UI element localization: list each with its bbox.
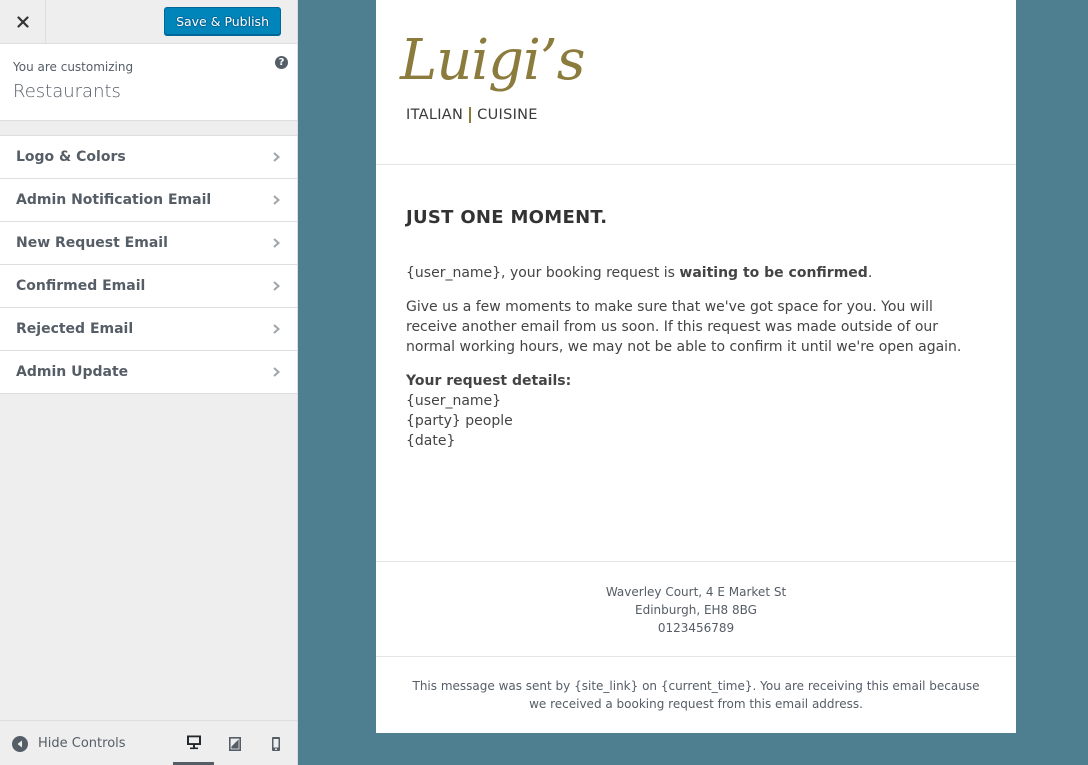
chevron-right-icon [273, 238, 281, 248]
email-address-block: Waverley Court, 4 E Market St Edinburgh,… [376, 562, 1016, 657]
logo-subtitle-right: CUISINE [477, 107, 538, 123]
chevron-right-icon [273, 195, 281, 205]
detail-date: {date} [406, 433, 456, 449]
logo-divider [469, 107, 472, 123]
status-emphasis: waiting to be confirmed [679, 265, 868, 281]
customizer-sidebar: Save & Publish You are customizing Resta… [0, 0, 298, 765]
tablet-icon [228, 736, 241, 751]
chevron-right-icon [273, 281, 281, 291]
customize-info: You are customizing Restaurants ? [0, 44, 297, 121]
email-disclaimer: This message was sent by {site_link} on … [412, 679, 980, 711]
customizer-header: Save & Publish [0, 0, 297, 44]
section-label: Admin Notification Email [16, 192, 212, 208]
mobile-icon [271, 736, 280, 751]
section-admin-notification-email[interactable]: Admin Notification Email [0, 179, 297, 222]
phone-number: 0123456789 [657, 621, 735, 635]
chevron-right-icon [273, 152, 281, 162]
email-title: JUST ONE MOMENT. [406, 207, 608, 228]
section-confirmed-email[interactable]: Confirmed Email [0, 265, 297, 308]
logo-subtitle: ITALIAN CUISINE [406, 107, 538, 123]
logo-script-text: Luigi’s [400, 28, 585, 93]
close-customizer-button[interactable] [0, 0, 46, 43]
address-line-1: Waverley Court, 4 E Market St [605, 585, 787, 599]
status-period: . [867, 265, 873, 281]
hide-controls-button[interactable]: Hide Controls [12, 721, 126, 765]
preview-tablet-button[interactable] [214, 721, 255, 765]
email-message-paragraph: Give us a few moments to make sure that … [406, 299, 962, 355]
question-icon[interactable]: ? [275, 56, 288, 69]
email-body: JUST ONE MOMENT. {user_name}, your booki… [376, 165, 1016, 562]
close-icon [16, 15, 29, 28]
email-details: Your request details: {user_name} {party… [406, 371, 986, 451]
detail-user: {user_name} [406, 393, 502, 409]
section-new-request-email[interactable]: New Request Email [0, 222, 297, 265]
details-heading: Your request details: [406, 373, 572, 389]
email-preview: Luigi’s ITALIAN CUISINE JUST ONE MOMENT. … [376, 0, 1016, 733]
section-logo-colors[interactable]: Logo & Colors [0, 136, 297, 179]
section-label: New Request Email [16, 235, 168, 251]
chevron-right-icon [273, 324, 281, 334]
preview-mobile-button[interactable] [255, 721, 296, 765]
email-status-paragraph: {user_name}, your booking request is wai… [406, 263, 986, 283]
customizer-footer: Hide Controls [0, 720, 297, 765]
section-label: Confirmed Email [16, 278, 146, 294]
desktop-icon [186, 735, 201, 749]
detail-party: {party} people [406, 413, 513, 429]
section-label: Rejected Email [16, 321, 134, 337]
email-logo-area: Luigi’s ITALIAN CUISINE [376, 0, 1016, 165]
collapse-arrow-icon [12, 735, 28, 752]
section-list: Logo & Colors Admin Notification Email N… [0, 135, 297, 394]
logo-subtitle-left: ITALIAN [406, 107, 464, 123]
save-publish-button[interactable]: Save & Publish [164, 7, 281, 35]
hide-controls-label: Hide Controls [38, 736, 126, 751]
preview-desktop-button[interactable] [173, 721, 214, 765]
chevron-right-icon [273, 367, 281, 377]
customizing-label: You are customizing [13, 60, 134, 74]
address-line-2: Edinburgh, EH8 8BG [635, 603, 757, 617]
section-admin-update[interactable]: Admin Update [0, 351, 297, 394]
site-title: Restaurants [13, 81, 121, 102]
section-rejected-email[interactable]: Rejected Email [0, 308, 297, 351]
status-text: {user_name}, your booking request is [406, 265, 680, 281]
section-label: Admin Update [16, 364, 129, 380]
section-label: Logo & Colors [16, 149, 126, 165]
